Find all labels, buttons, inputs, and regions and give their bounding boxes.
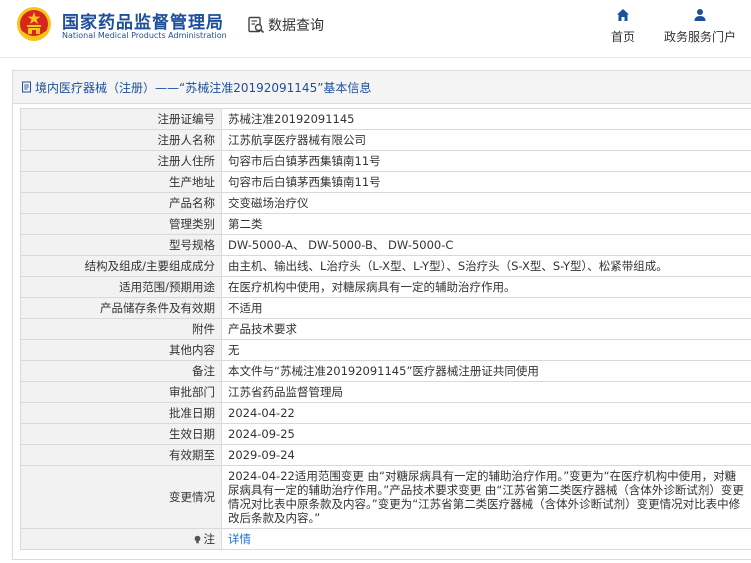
nav-gov-label: 政务服务门户: [663, 30, 736, 44]
document-icon: [22, 81, 31, 93]
home-icon: [617, 9, 629, 21]
national-emblem-icon: [17, 7, 51, 41]
site-header: 国家药品监督管理局 National Medical Products Admi…: [0, 0, 751, 58]
table-row: 产品名称 交变磁场治疗仪: [20, 192, 751, 214]
field-value: 句容市后白镇茅西集镇南11号: [221, 150, 751, 172]
table-row: 注册证编号 苏械注准20192091145: [20, 108, 751, 130]
field-label: 生效日期: [20, 423, 222, 445]
field-value: 江苏航享医疗器械有限公司: [221, 129, 751, 151]
field-value: 无: [221, 339, 751, 361]
field-label: 生产地址: [20, 171, 222, 193]
bulb-icon: [194, 535, 200, 544]
data-query-title: 数据查询: [247, 14, 324, 36]
field-value: 2024-09-25: [221, 423, 751, 445]
table-row: 备注 本文件与“苏械注准20192091145”医疗器械注册证共同使用: [20, 360, 751, 382]
table-row: 注册人住所 句容市后白镇茅西集镇南11号: [20, 150, 751, 172]
data-query-label: 数据查询: [268, 18, 324, 34]
table-row: 管理类别 第二类: [20, 213, 751, 235]
field-label: 型号规格: [20, 234, 222, 256]
panel-title-bar: 境内医疗器械（注册）——“苏械注准20192091145”基本信息: [13, 71, 751, 104]
table-row: 审批部门 江苏省药品监督管理局: [20, 381, 751, 403]
field-value: 句容市后白镇茅西集镇南11号: [221, 171, 751, 193]
field-label: 附件: [20, 318, 222, 340]
table-row: 附件 产品技术要求: [20, 318, 751, 340]
field-label: 有效期至: [20, 444, 222, 466]
change-value: 2024-04-22适用范围变更 由“对糖尿病具有一定的辅助治疗作用。”变更为“…: [221, 465, 751, 529]
table-row: 注册人名称 江苏航享医疗器械有限公司: [20, 129, 751, 151]
table-row: 产品储存条件及有效期 不适用: [20, 297, 751, 319]
data-query-icon: [248, 16, 265, 34]
table-row-change: 变更情况 2024-04-22适用范围变更 由“对糖尿病具有一定的辅助治疗作用。”…: [20, 465, 751, 529]
table-row: 型号规格 DW-5000-A、 DW-5000-B、 DW-5000-C: [20, 234, 751, 256]
field-label: 注册人住所: [20, 150, 222, 172]
panel-title: 境内医疗器械（注册）——“苏械注准20192091145”基本信息: [35, 80, 372, 95]
field-value: 交变磁场治疗仪: [221, 192, 751, 214]
note-label: 注: [203, 532, 216, 546]
note-value-cell: 详情: [221, 528, 751, 550]
field-value: 由主机、输出线、L治疗头（L-X型、L-Y型）、S治疗头（S-X型、S-Y型）、…: [221, 255, 751, 277]
brand-name-cn: 国家药品监督管理局: [62, 13, 224, 33]
field-label: 结构及组成/主要组成成分: [20, 255, 222, 277]
table-row: 生产地址 句容市后白镇茅西集镇南11号: [20, 171, 751, 193]
field-label: 产品储存条件及有效期: [20, 297, 222, 319]
registration-info-table: 注册证编号 苏械注准20192091145 注册人名称 江苏航享医疗器械有限公司 注…: [20, 108, 751, 550]
nav-home-link[interactable]: 首页: [604, 8, 642, 48]
note-label-cell: 注: [20, 528, 222, 550]
field-label: 注册人名称: [20, 129, 222, 151]
field-value: 产品技术要求: [221, 318, 751, 340]
field-value: 第二类: [221, 213, 751, 235]
field-label: 管理类别: [20, 213, 222, 235]
user-icon: [694, 9, 706, 21]
info-panel: 境内医疗器械（注册）——“苏械注准20192091145”基本信息 注册证编号苏…: [12, 70, 751, 560]
field-label: 备注: [20, 360, 222, 382]
table-row: 批准日期 2024-04-22: [20, 402, 751, 424]
field-value: 本文件与“苏械注准20192091145”医疗器械注册证共同使用: [221, 360, 751, 382]
field-value: 在医疗机构中使用，对糖尿病具有一定的辅助治疗作用。: [221, 276, 751, 298]
field-label: 批准日期: [20, 402, 222, 424]
nav-gov-portal-link[interactable]: 政务服务门户: [660, 8, 740, 48]
field-value: DW-5000-A、 DW-5000-B、 DW-5000-C: [221, 234, 751, 256]
field-value: 江苏省药品监督管理局: [221, 381, 751, 403]
table-row: 其他内容无: [20, 339, 751, 361]
table-row-note: 注 详情: [20, 528, 751, 550]
field-value: 苏械注准20192091145: [221, 108, 751, 130]
field-label: 其他内容: [20, 339, 222, 361]
table-row: 适用范围/预期用途 在医疗机构中使用，对糖尿病具有一定的辅助治疗作用。: [20, 276, 751, 298]
table-row: 生效日期 2024-09-25: [20, 423, 751, 445]
field-value: 2029-09-24: [221, 444, 751, 466]
table-row: 结构及组成/主要组成成分 由主机、输出线、L治疗头（L-X型、L-Y型）、S治疗头…: [20, 255, 751, 277]
table-row: 有效期至 2029-09-24: [20, 444, 751, 466]
field-label: 产品名称: [20, 192, 222, 214]
change-label: 变更情况: [20, 465, 222, 529]
brand-name-en: National Medical Products Administration: [62, 31, 227, 40]
details-link[interactable]: 详情: [228, 532, 251, 546]
field-value: 2024-04-22: [221, 402, 751, 424]
nav-home-label: 首页: [610, 30, 635, 44]
field-value: 不适用: [221, 297, 751, 319]
field-label: 注册证编号: [20, 108, 222, 130]
field-label: 审批部门: [20, 381, 222, 403]
field-label: 适用范围/预期用途: [20, 276, 222, 298]
